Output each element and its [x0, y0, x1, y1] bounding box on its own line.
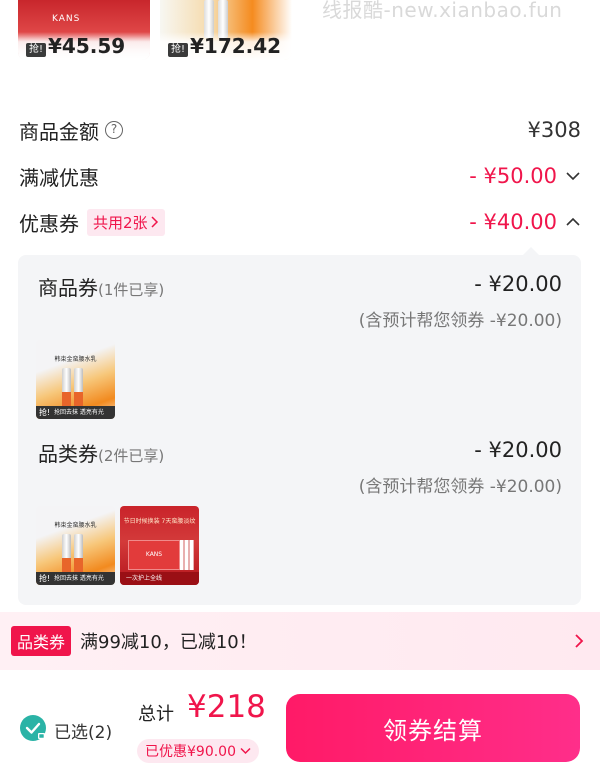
image-strip-text: 一次护上全线: [126, 575, 163, 582]
selected-count: 已选(2): [54, 723, 113, 743]
select-all-checkbox[interactable]: [20, 715, 46, 741]
image-strip: 抢! 抢回去抹 透亮有光: [36, 572, 115, 585]
box-brand: KANS: [145, 551, 163, 558]
grab-badge: 抢!: [26, 43, 46, 57]
image-caption-text: 节日时候换装 7天蛮腰淡纹: [123, 518, 196, 525]
coupon-value: - ¥40.00: [469, 210, 557, 234]
discount-pill[interactable]: 已优惠¥90.00: [137, 739, 259, 763]
total-label: 总计: [138, 704, 174, 725]
checkout-button[interactable]: 领券结算: [286, 694, 580, 762]
coupon-title-sub: (2件已享): [98, 447, 165, 465]
image-strip-text: 抢回去抹 透亮有光: [54, 409, 104, 416]
product-coupon-note: (含预计帮您领券 -¥20.00): [358, 311, 562, 331]
product-brand: KANS: [52, 14, 81, 24]
product-coupon-title: 商品券(1件已享): [38, 272, 164, 301]
coupon-product-image[interactable]: 韩束金蛮腰水乳 抢! 抢回去抹 透亮有光: [36, 340, 115, 419]
image-strip: 抢! 抢回去抹 透亮有光: [36, 406, 115, 419]
bottom-bar: 已选(2) 总计 ¥218 已优惠¥90.00 领券结算: [0, 670, 600, 767]
share-tag-label: 共用2张: [93, 213, 148, 232]
grab-badge: 抢!: [39, 408, 51, 417]
grab-badge: 抢!: [39, 574, 51, 583]
chevron-right-icon: [151, 216, 158, 228]
goods-amount-row: 商品金额 ? ¥308: [19, 114, 581, 146]
category-coupon-note: (含预计帮您领券 -¥20.00): [358, 477, 562, 497]
chevron-up-icon[interactable]: [565, 214, 581, 230]
chevron-right-icon[interactable]: [572, 633, 586, 649]
checkmark-icon: [25, 722, 45, 739]
product-price: ¥172.42: [190, 34, 282, 58]
promo-banner[interactable]: 品类券 满99减10，已减10！: [0, 612, 600, 670]
coupon-product-image[interactable]: 韩束金蛮腰水乳 抢! 抢回去抹 透亮有光: [36, 506, 115, 585]
full-reduction-label: 满减优惠: [19, 165, 99, 190]
coupon-row[interactable]: 优惠券 共用2张 - ¥40.00: [19, 206, 581, 238]
product-coupon-amount: - ¥20.00: [474, 272, 562, 296]
image-caption-text: 韩束金蛮腰水乳: [54, 522, 97, 529]
product-thumb-2[interactable]: 抢! ¥172.42: [160, 0, 292, 60]
coupon-title-text: 品类券: [38, 442, 98, 466]
full-reduction-row[interactable]: 满减优惠 - ¥50.00: [19, 160, 581, 192]
category-coupon-title: 品类券(2件已享): [38, 438, 164, 467]
coupon-product-image[interactable]: 节日时候换装 7天蛮腰淡纹 KANS 一次护上全线: [120, 506, 199, 585]
promo-tag: 品类券: [11, 626, 72, 656]
coupon-title-text: 商品券: [38, 276, 98, 300]
coupon-label: 优惠券: [19, 211, 79, 236]
watermark: 线报酷-new.xianbao.fun: [322, 0, 563, 22]
total-value: ¥218: [187, 689, 266, 725]
promo-text: 满99减10，已减10！: [80, 632, 257, 653]
discount-text: 已优惠¥90.00: [145, 744, 236, 760]
help-icon[interactable]: ?: [105, 121, 123, 139]
gift-box-image: KANS: [128, 540, 180, 570]
image-strip: 一次护上全线: [120, 572, 199, 585]
top-product-strip: KANS 抢! ¥45.59 抢! ¥172.42 线报酷-new.xianba…: [0, 0, 600, 70]
goods-amount-label: 商品金额: [19, 119, 99, 144]
chevron-down-icon: [240, 747, 251, 755]
chevron-down-icon[interactable]: [565, 168, 581, 184]
product-thumb-1[interactable]: KANS 抢! ¥45.59: [18, 0, 150, 60]
product-price: ¥45.59: [48, 34, 126, 58]
goods-amount-value: ¥308: [527, 118, 581, 142]
category-coupon-amount: - ¥20.00: [474, 438, 562, 462]
grab-badge: 抢!: [168, 43, 188, 57]
coupon-detail-panel: 商品券(1件已享) - ¥20.00 (含预计帮您领券 -¥20.00) 韩束金…: [18, 255, 581, 605]
full-reduction-value: - ¥50.00: [469, 164, 557, 188]
coupon-share-tag[interactable]: 共用2张: [87, 208, 165, 236]
tubes-image: [180, 540, 194, 570]
image-strip-text: 抢回去抹 透亮有光: [54, 575, 104, 582]
coupon-title-sub: (1件已享): [98, 281, 165, 299]
image-caption-text: 韩束金蛮腰水乳: [54, 356, 97, 363]
